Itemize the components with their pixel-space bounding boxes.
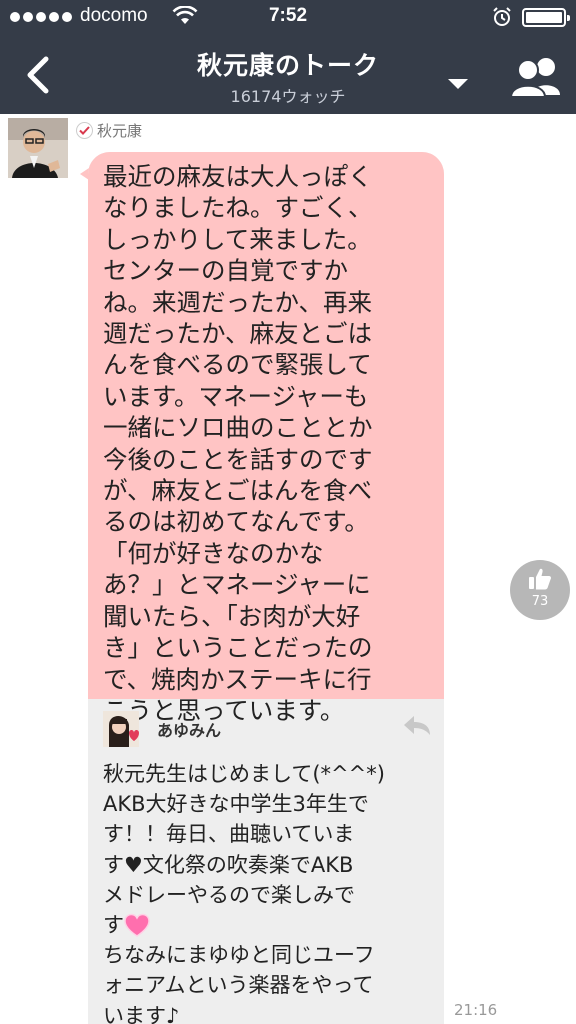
message-line: 今後のことを話すのです xyxy=(103,444,373,474)
reply-card[interactable]: あゆみん 秋元先生はじめまして(*^^*) AKB大好きな中学生3年生で す！！毎日… xyxy=(88,699,444,1024)
watch-count: 16174ウォッチ xyxy=(230,87,346,106)
status-time: 7:52 xyxy=(268,5,308,26)
friends-icon[interactable] xyxy=(508,54,564,98)
reply-line-text: す xyxy=(103,913,124,938)
message-line: あ？」とマネージャーに xyxy=(103,570,371,600)
reply-line-text: ォニアムという楽器をやって xyxy=(103,973,374,998)
message-line: 最近の麻友は大人っぽく xyxy=(103,162,373,191)
reply-text: 秋元先生はじめまして(*^^*) AKB大好きな中学生3年生で す！！毎日、曲聴いて… xyxy=(103,759,434,1024)
reply-line: ォニアムという楽器をやって xyxy=(103,970,434,1000)
reply-line: AKB大好きな中学生3年生で xyxy=(103,789,434,819)
verified-icon xyxy=(76,122,93,139)
dropdown-icon[interactable] xyxy=(447,78,469,90)
reply-line-text: ちなみにまゆゆと同じユーフ xyxy=(103,943,375,968)
reply-line-text: す！！毎日、曲聴いていま xyxy=(103,822,355,847)
message-line: います。マネージャーも xyxy=(103,381,369,411)
heart-emoji-icon xyxy=(124,913,150,937)
message-line: 一緒にソロ曲のこととか xyxy=(103,413,373,443)
thumbs-up-icon xyxy=(529,568,551,590)
reply-line: メドレーやるので楽しみで xyxy=(103,880,434,910)
reply-line: す xyxy=(103,910,434,940)
battery-icon xyxy=(522,8,570,27)
reply-line: す！！毎日、曲聴いていま xyxy=(103,819,434,849)
sender-label: 秋元康 xyxy=(76,120,142,141)
sender-avatar[interactable] xyxy=(8,118,68,178)
reply-header: あゆみん xyxy=(103,699,434,759)
message-line: き」ということだったの xyxy=(103,633,373,663)
message-line: るのは初めてなんです。 xyxy=(103,507,369,537)
reply-line-text: います♪ xyxy=(103,1003,180,1024)
message-line: で、焼肉かステーキに行 xyxy=(103,664,372,694)
reply-line-text: AKB大好きな中学生3年生で xyxy=(103,792,369,817)
reply-line: います♪ xyxy=(103,1001,434,1024)
page-title: 秋元康のトーク xyxy=(196,51,379,80)
reply-line-text: 秋元先生はじめまして(*^^*) xyxy=(103,762,385,786)
status-bar: docomo 7:52 xyxy=(0,0,576,36)
message-text: 最近の麻友は大人っぽく なりましたね。すごく、 しっかりして来ました。 センターの自覚… xyxy=(88,152,444,725)
message-line: が、麻友とごはんを食べ xyxy=(103,476,373,506)
message-line: 聞いたら、「お肉が大好 xyxy=(103,601,361,631)
like-count: 73 xyxy=(531,594,549,609)
message-bubble[interactable]: 最近の麻友は大人っぽく なりましたね。すごく、 しっかりして来ました。 センターの自覚… xyxy=(88,152,444,1024)
message-line: 週だったか、麻友とごは xyxy=(103,319,373,349)
reply-line-text: す♥文化祭の吹奏楽でAKB xyxy=(103,852,354,877)
message-line: センターの自覚ですか xyxy=(103,256,348,286)
reply-line: す♥文化祭の吹奏楽でAKB xyxy=(103,850,434,880)
reply-line: ちなみにまゆゆと同じユーフ xyxy=(103,940,434,970)
sender-name: 秋元康 xyxy=(97,122,143,140)
reply-line-text: メドレーやるので楽しみで xyxy=(103,882,355,907)
message-line: んを食べるので緊張して xyxy=(103,350,372,380)
message-time: 21:16 xyxy=(454,1001,498,1019)
message-line: なりましたね。すごく、 xyxy=(103,193,373,223)
reply-avatar[interactable] xyxy=(103,711,139,747)
message-line: しっかりして来ました。 xyxy=(103,224,372,254)
alarm-icon xyxy=(493,7,511,26)
reply-icon[interactable] xyxy=(402,713,432,737)
like-button[interactable]: 73 xyxy=(510,560,570,620)
reply-line: 秋元先生はじめまして(*^^*) xyxy=(103,759,434,789)
app-header: docomo 7:52 秋元康のトーク 16174ウォッチ xyxy=(0,0,576,114)
message-line: ね。来週だったか、再来 xyxy=(103,287,373,317)
reply-author: あゆみん xyxy=(157,721,222,740)
message-line: 「何が好きなのかな xyxy=(103,538,324,568)
